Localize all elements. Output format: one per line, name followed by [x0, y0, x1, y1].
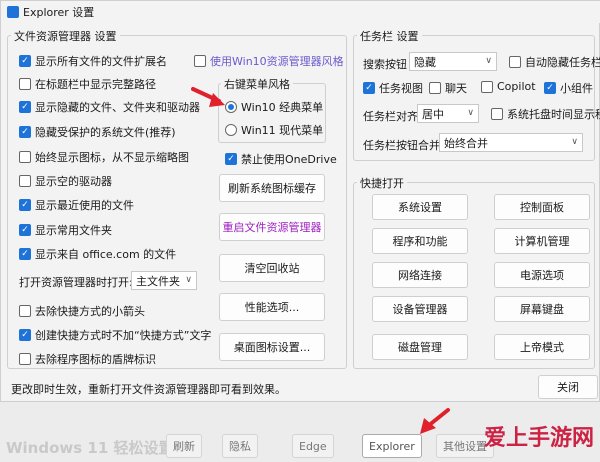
option-remove-arrow[interactable]: 去除快捷方式的小箭头 [19, 303, 145, 319]
chevron-down-icon: ∨ [467, 108, 474, 118]
explorer-tab[interactable]: Explorer [362, 434, 422, 458]
option-chat[interactable]: 聊天 [429, 80, 467, 96]
window-title: Explorer 设置 [23, 6, 95, 19]
context-menu-title: 右键菜单风格 [221, 76, 293, 92]
red-arrow-annotation [191, 87, 225, 107]
empty-recycle-bin-button[interactable]: 清空回收站 [219, 254, 325, 282]
checkbox-icon [509, 56, 521, 68]
open-to-select[interactable]: 主文件夹 ∨ [131, 271, 197, 290]
option-frequent-folders[interactable]: ✓ 显示常用文件夹 [19, 222, 112, 238]
quick-control-panel-button[interactable]: 控制面板 [494, 194, 590, 220]
quick-programs-features-button[interactable]: 程序和功能 [372, 228, 468, 254]
checkbox-checked-icon: ✓ [19, 329, 31, 341]
privacy-tab[interactable]: 隐私 [222, 434, 258, 458]
quick-open-title: 快捷打开 [357, 175, 407, 191]
option-office-files[interactable]: ✓ 显示来自 office.com 的文件 [19, 246, 176, 262]
search-button-label: 搜索按钮 [363, 58, 407, 71]
title-bar: Explorer 设置 [1, 1, 600, 23]
option-task-view[interactable]: ✓ 任务视图 [363, 80, 423, 96]
option-hide-protected[interactable]: ✓ 隐藏受保护的系统文件(推荐) [19, 124, 176, 140]
taskbar-merge-label: 任务栏按钮合并 [363, 139, 440, 152]
chevron-down-icon: ∨ [571, 137, 578, 147]
checkbox-icon [194, 55, 206, 67]
background-app-title: Windows 11 轻松设置 [6, 438, 174, 457]
taskbar-group-title: 任务栏 设置 [357, 28, 422, 44]
status-message: 更改即时生效，重新打开文件资源管理器即可看到效果。 [11, 383, 286, 396]
restart-explorer-button[interactable]: 重启文件资源管理器 [219, 213, 325, 241]
radio-win10-menu[interactable]: Win10 经典菜单 [225, 99, 323, 115]
quick-disk-management-button[interactable]: 磁盘管理 [372, 334, 468, 360]
option-remove-shield[interactable]: 去除程序图标的盾牌标识 [19, 351, 156, 367]
checkbox-icon [429, 82, 441, 94]
chevron-down-icon: ∨ [185, 275, 192, 285]
close-button[interactable]: 关闭 [538, 375, 598, 399]
checkbox-checked-icon: ✓ [19, 199, 31, 211]
option-empty-drives[interactable]: 显示空的驱动器 [19, 173, 112, 189]
app-icon [7, 6, 19, 18]
radio-win11-menu[interactable]: Win11 现代菜单 [225, 122, 323, 138]
option-widgets[interactable]: ✓ 小组件 [544, 80, 593, 96]
checkbox-icon [481, 80, 493, 93]
option-show-seconds[interactable]: 系统托盘时间显示秒 [491, 106, 600, 122]
option-show-extensions[interactable]: ✓ 显示所有文件的文件扩展名 [19, 53, 167, 69]
checkbox-checked-icon: ✓ [363, 82, 375, 94]
quick-screen-keyboard-button[interactable]: 屏幕键盘 [494, 296, 590, 322]
checkbox-checked-icon: ✓ [225, 153, 237, 165]
option-always-icons[interactable]: 始终显示图标，从不显示缩略图 [19, 149, 189, 165]
explorer-settings-window: Explorer 设置 文件资源管理器 设置 ✓ 显示所有文件的文件扩展名 在标题… [0, 0, 600, 402]
option-auto-hide-taskbar[interactable]: 自动隐藏任务栏 [509, 54, 600, 70]
checkbox-icon [19, 175, 31, 187]
open-to-label: 打开资源管理器时打开: [19, 276, 133, 289]
performance-options-button[interactable]: 性能选项... [219, 293, 325, 321]
quick-system-settings-button[interactable]: 系统设置 [372, 194, 468, 220]
refresh-icon-cache-button[interactable]: 刷新系统图标缓存 [219, 174, 325, 202]
desktop-icon-settings-button[interactable]: 桌面图标设置... [219, 333, 325, 361]
option-show-hidden[interactable]: ✓ 显示隐藏的文件、文件夹和驱动器 [19, 99, 200, 115]
checkbox-checked-icon: ✓ [19, 248, 31, 260]
checkbox-checked-icon: ✓ [19, 224, 31, 236]
red-arrow-annotation-bottom [420, 408, 450, 434]
option-copilot[interactable]: Copilot [481, 80, 536, 93]
checkbox-icon [19, 353, 31, 365]
checkbox-icon [19, 305, 31, 317]
quick-power-options-button[interactable]: 电源选项 [494, 262, 590, 288]
checkbox-checked-icon: ✓ [19, 126, 31, 138]
explorer-group-title: 文件资源管理器 设置 [11, 28, 120, 44]
watermark-logo: 爱上手游网 [483, 426, 594, 451]
quick-god-mode-button[interactable]: 上帝模式 [494, 334, 590, 360]
checkbox-icon [19, 151, 31, 163]
radio-icon [225, 124, 237, 136]
checkbox-checked-icon: ✓ [544, 82, 556, 94]
option-recent-files[interactable]: ✓ 显示最近使用的文件 [19, 197, 134, 213]
edge-tab[interactable]: Edge [292, 434, 334, 458]
quick-network-connections-button[interactable]: 网络连接 [372, 262, 468, 288]
quick-device-manager-button[interactable]: 设备管理器 [372, 296, 468, 322]
refresh-tab[interactable]: 刷新 [166, 434, 202, 458]
checkbox-checked-icon: ✓ [19, 101, 31, 113]
option-disable-onedrive[interactable]: ✓ 禁止使用OneDrive [225, 151, 337, 167]
checkbox-checked-icon: ✓ [19, 55, 31, 67]
option-full-path[interactable]: 在标题栏中显示完整路径 [19, 76, 156, 92]
option-win10-explorer-style[interactable]: 使用Win10资源管理器风格 [194, 53, 344, 69]
checkbox-icon [19, 78, 31, 90]
chevron-down-icon: ∨ [485, 56, 492, 66]
taskbar-align-select[interactable]: 居中 ∨ [417, 104, 479, 123]
taskbar-merge-select[interactable]: 始终合并 ∨ [439, 133, 583, 152]
quick-computer-management-button[interactable]: 计算机管理 [494, 228, 590, 254]
option-no-shortcut-text[interactable]: ✓ 创建快捷方式时不加“快捷方式”文字 [19, 327, 211, 343]
checkbox-icon [491, 108, 503, 120]
taskbar-align-label: 任务栏对齐 [363, 110, 418, 123]
search-button-select[interactable]: 隐藏 ∨ [409, 52, 497, 71]
